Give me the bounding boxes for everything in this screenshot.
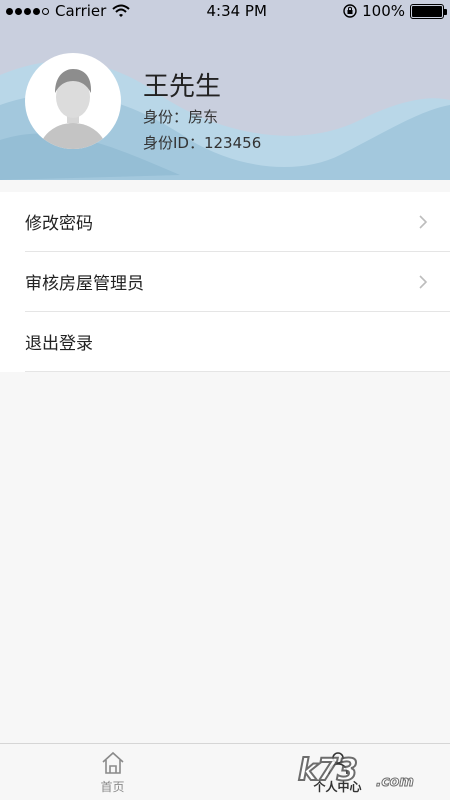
profile-header: 王先生 身份：房东 身份ID：123456	[0, 0, 450, 180]
wifi-icon	[112, 4, 130, 17]
battery-icon	[410, 3, 447, 19]
menu-item-review-admins[interactable]: 审核房屋管理员	[25, 252, 450, 312]
user-role: 身份：房东	[143, 108, 219, 126]
settings-menu: 修改密码 审核房屋管理员 退出登录	[0, 192, 450, 372]
default-avatar-icon	[39, 69, 107, 149]
carrier-label: Carrier	[55, 2, 107, 20]
menu-item-label: 退出登录	[25, 334, 93, 354]
menu-item-logout[interactable]: 退出登录	[25, 312, 450, 372]
tab-label: 首页	[100, 779, 125, 794]
chevron-right-icon	[419, 214, 428, 229]
chevron-right-icon	[419, 274, 428, 289]
signal-dots-icon	[6, 7, 49, 15]
tab-label: 个人中心	[313, 779, 362, 794]
status-time: 4:34 PM	[206, 2, 267, 20]
menu-item-label: 审核房屋管理员	[25, 274, 144, 294]
battery-percent: 100%	[362, 2, 405, 20]
status-bar: Carrier 4:34 PM 100%	[0, 0, 450, 22]
tab-personal-center[interactable]: 个人中心	[225, 744, 450, 800]
avatar[interactable]	[25, 53, 121, 149]
rotation-lock-icon	[343, 4, 357, 18]
tab-bar: 首页 个人中心	[0, 743, 450, 800]
home-icon	[101, 751, 124, 774]
user-id: 身份ID：123456	[143, 134, 262, 152]
profile-screen: 王先生 身份：房东 身份ID：123456 Carrier 4:34 PM 10…	[0, 0, 450, 800]
user-name: 王先生	[143, 72, 222, 102]
menu-item-label: 修改密码	[25, 214, 93, 234]
menu-item-change-password[interactable]: 修改密码	[25, 192, 450, 252]
person-icon	[327, 751, 348, 774]
tab-home[interactable]: 首页	[0, 744, 225, 800]
